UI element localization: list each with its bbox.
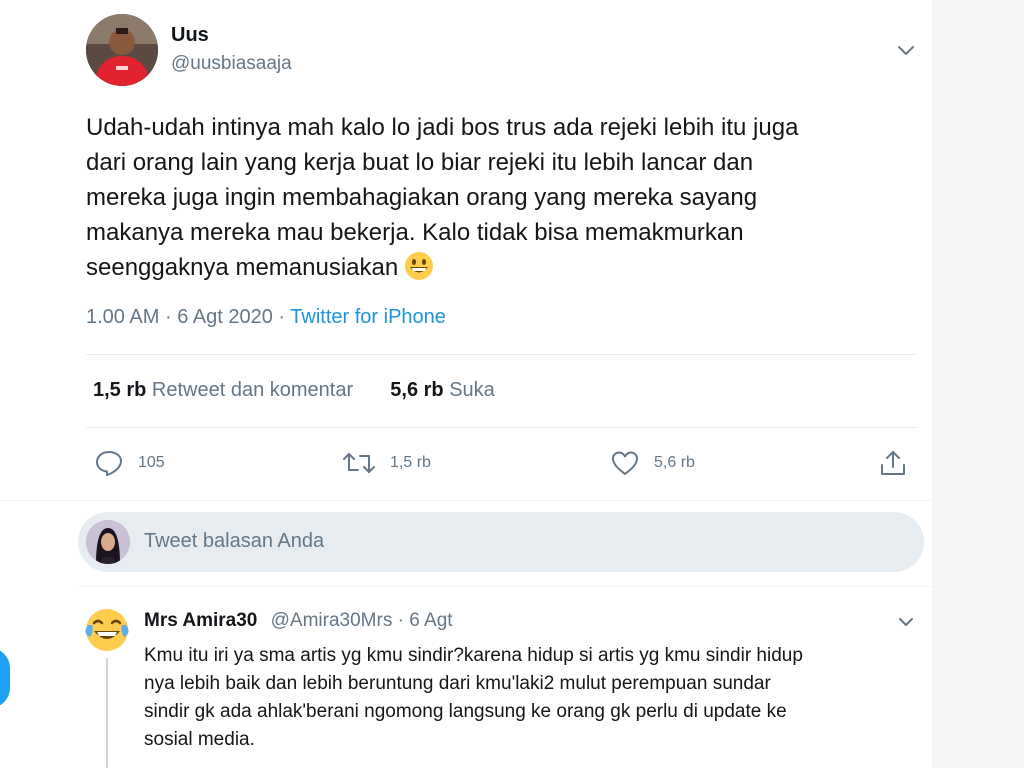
likes-stat-count: 5,6 rb bbox=[390, 379, 444, 401]
like-button[interactable]: 5,6 rb bbox=[610, 445, 695, 481]
retweet-button[interactable]: 1,5 rb bbox=[342, 445, 431, 481]
grinning-face-icon bbox=[404, 251, 434, 281]
tweet-text-line: seenggaknya memanusiakan bbox=[86, 254, 399, 281]
likes-stat[interactable]: 5,6 rb Suka bbox=[390, 379, 495, 401]
reply-icon bbox=[96, 451, 122, 476]
retweets-stat-count: 1,5 rb bbox=[93, 379, 147, 401]
reply-composer[interactable]: Tweet balasan Anda bbox=[78, 512, 924, 572]
tweet-source-link[interactable]: Twitter for iPhone bbox=[290, 306, 446, 328]
reply-header: Mrs Amira30 @Amira30Mrs · 6 Agt bbox=[144, 610, 453, 632]
reply-input-placeholder[interactable]: Tweet balasan Anda bbox=[144, 530, 324, 553]
divider bbox=[0, 500, 932, 501]
retweets-stat-label: Retweet dan komentar bbox=[151, 379, 354, 401]
meta-separator: · bbox=[278, 306, 286, 328]
reply-text: Kmu itu iri ya sma artis yg kmu sindir?k… bbox=[144, 642, 914, 754]
retweets-stat[interactable]: 1,5 rb Retweet dan komentar bbox=[93, 379, 353, 401]
author-avatar[interactable] bbox=[86, 14, 158, 86]
likes-stat-label: Suka bbox=[449, 379, 495, 401]
face-with-tears-of-joy-icon[interactable] bbox=[84, 607, 130, 653]
retweet-count: 1,5 rb bbox=[390, 454, 431, 471]
tweet-text-line: mereka juga ingin membahagiakan orang ya… bbox=[86, 184, 758, 211]
divider bbox=[86, 427, 918, 428]
tweet-text-line: makanya mereka mau bekerja. Kalo tidak b… bbox=[86, 219, 744, 246]
tweet-stats: 1,5 rb Retweet dan komentar 5,6 rb Suka bbox=[93, 379, 495, 402]
scroll-gutter bbox=[932, 0, 1024, 768]
reply-text-line: Kmu itu iri ya sma artis yg kmu sindir?k… bbox=[144, 645, 803, 666]
heart-icon bbox=[612, 451, 638, 475]
tweet-text-line: dari orang lain yang kerja buat lo biar … bbox=[86, 149, 754, 176]
reply-author-handle[interactable]: @Amira30Mrs bbox=[271, 610, 393, 631]
like-count: 5,6 rb bbox=[654, 454, 695, 471]
meta-separator: · bbox=[397, 610, 404, 631]
current-user-avatar bbox=[86, 520, 130, 564]
share-icon bbox=[881, 451, 905, 475]
share-button[interactable] bbox=[878, 445, 908, 481]
tweet-text-line: Udah-udah intinya mah kalo lo jadi bos t… bbox=[86, 114, 799, 141]
author-handle[interactable]: @uusbiasaaja bbox=[171, 53, 292, 75]
tweet-detail-page: Uus @uusbiasaaja Udah-udah intinya mah k… bbox=[0, 0, 1024, 768]
meta-separator: · bbox=[164, 306, 172, 328]
tweet-date[interactable]: 6 Agt 2020 bbox=[177, 306, 273, 328]
reply-text-line: sindir gk ada ahlak'berani ngomong langs… bbox=[144, 701, 787, 722]
reply-date[interactable]: 6 Agt bbox=[409, 610, 452, 631]
tweet-time[interactable]: 1.00 AM bbox=[86, 306, 159, 328]
reply-count: 105 bbox=[138, 454, 165, 471]
reply-text-line: sosial media. bbox=[144, 729, 255, 750]
chevron-down-icon[interactable] bbox=[896, 612, 916, 632]
tweet-text: Udah-udah intinya mah kalo lo jadi bos t… bbox=[86, 110, 916, 285]
chevron-down-icon[interactable] bbox=[894, 38, 918, 62]
compose-button[interactable] bbox=[0, 648, 10, 708]
divider bbox=[86, 354, 918, 355]
author-avatar-image bbox=[86, 14, 158, 86]
tweet-meta: 1.00 AM · 6 Agt 2020 · Twitter for iPhon… bbox=[86, 306, 446, 329]
author-display-name[interactable]: Uus bbox=[171, 24, 209, 47]
reply-text-line: nya lebih baik dan lebih beruntung dari … bbox=[144, 673, 771, 694]
reply-author-name[interactable]: Mrs Amira30 bbox=[144, 610, 257, 631]
retweet-icon bbox=[343, 453, 375, 473]
thread-line bbox=[106, 658, 108, 768]
reply-button[interactable]: 105 bbox=[94, 445, 165, 481]
tweet-action-bar: 105 1,5 rb 5,6 rb bbox=[0, 445, 932, 485]
